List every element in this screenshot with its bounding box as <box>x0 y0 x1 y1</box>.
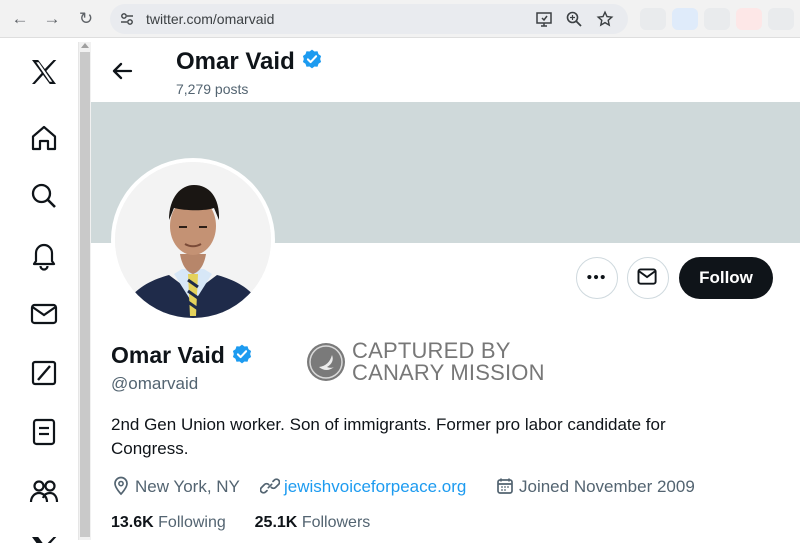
site-settings-icon[interactable] <box>118 10 136 28</box>
communities-icon[interactable] <box>28 475 60 507</box>
following-stat[interactable]: 13.6K Following <box>111 514 226 531</box>
lists-icon[interactable] <box>28 416 60 448</box>
calendar-icon <box>495 476 515 496</box>
joined-text: Joined November 2009 <box>519 477 695 496</box>
watermark-line-2: CANARY MISSION <box>352 360 545 385</box>
address-bar[interactable]: twitter.com/omarvaid <box>110 4 628 34</box>
profile-avatar-icon[interactable] <box>736 8 762 30</box>
profile-main: Omar Vaid 7,279 posts Follow Omar Vaid @… <box>91 38 800 540</box>
browser-toolbar: ← → ↻ twitter.com/omarvaid <box>0 0 800 38</box>
display-name-text: Omar Vaid <box>111 342 225 368</box>
followers-count: 25.1K <box>254 514 298 531</box>
star-icon[interactable] <box>596 10 614 28</box>
follow-button[interactable]: Follow <box>679 257 773 299</box>
scroll-thumb[interactable] <box>80 52 90 537</box>
profile-website[interactable]: jewishvoiceforpeace.org <box>259 475 466 499</box>
profile-handle: @omarvaid <box>111 374 199 393</box>
profile-stats: 13.6K Following 25.1K Followers <box>111 513 370 533</box>
following-label: Following <box>158 514 226 531</box>
profile-display-name: Omar Vaid <box>111 342 253 371</box>
posts-count: 7,279 posts <box>176 81 249 97</box>
reload-icon[interactable]: ↻ <box>76 9 96 29</box>
location-text: New York, NY <box>135 477 240 496</box>
profile-bio: 2nd Gen Union worker. Son of immigrants.… <box>111 415 666 458</box>
canary-mission-logo-icon <box>307 343 345 381</box>
verified-badge-icon <box>301 48 323 77</box>
extension-icon[interactable] <box>640 8 666 30</box>
zoom-icon[interactable] <box>565 10 583 28</box>
left-sidebar <box>0 38 78 543</box>
scrollbar[interactable] <box>78 42 91 540</box>
back-arrow-icon[interactable]: ← <box>10 9 30 29</box>
avatar[interactable] <box>115 162 271 318</box>
grok-icon[interactable] <box>28 357 60 389</box>
message-button[interactable] <box>627 257 669 299</box>
verified-badge-icon <box>231 343 253 371</box>
watermark-text: CAPTURED BY CANARY MISSION <box>352 340 545 384</box>
header-name: Omar Vaid <box>176 48 295 75</box>
profile-location: New York, NY <box>111 475 240 499</box>
followers-stat[interactable]: 25.1K Followers <box>255 514 371 531</box>
message-icon <box>637 268 657 285</box>
extension-icon[interactable] <box>704 8 730 30</box>
menu-icon[interactable] <box>768 8 794 30</box>
url-text: twitter.com/omarvaid <box>146 11 275 27</box>
forward-arrow-icon[interactable]: → <box>42 9 62 29</box>
header-title: Omar Vaid <box>176 48 323 77</box>
x-logo-icon[interactable] <box>28 533 60 543</box>
followers-label: Followers <box>301 514 371 531</box>
back-arrow-icon[interactable] <box>107 56 137 86</box>
messages-icon[interactable] <box>28 298 60 330</box>
notifications-icon[interactable] <box>28 239 60 271</box>
search-icon[interactable] <box>28 180 60 212</box>
website-link[interactable]: jewishvoiceforpeace.org <box>284 477 466 496</box>
extension-icon[interactable] <box>672 8 698 30</box>
cast-icon[interactable] <box>535 10 553 28</box>
scroll-up-arrow-icon[interactable] <box>81 43 89 48</box>
home-icon[interactable] <box>28 122 60 154</box>
profile-joined-date: Joined November 2009 <box>495 475 695 499</box>
location-icon <box>111 476 131 496</box>
profile-header-bar: Omar Vaid 7,279 posts <box>91 38 800 102</box>
watermark-line-1: CAPTURED BY <box>352 338 511 363</box>
more-options-button[interactable] <box>576 257 618 299</box>
link-icon <box>259 476 281 496</box>
following-count: 13.6K <box>111 514 154 531</box>
x-logo-icon[interactable] <box>28 56 60 88</box>
